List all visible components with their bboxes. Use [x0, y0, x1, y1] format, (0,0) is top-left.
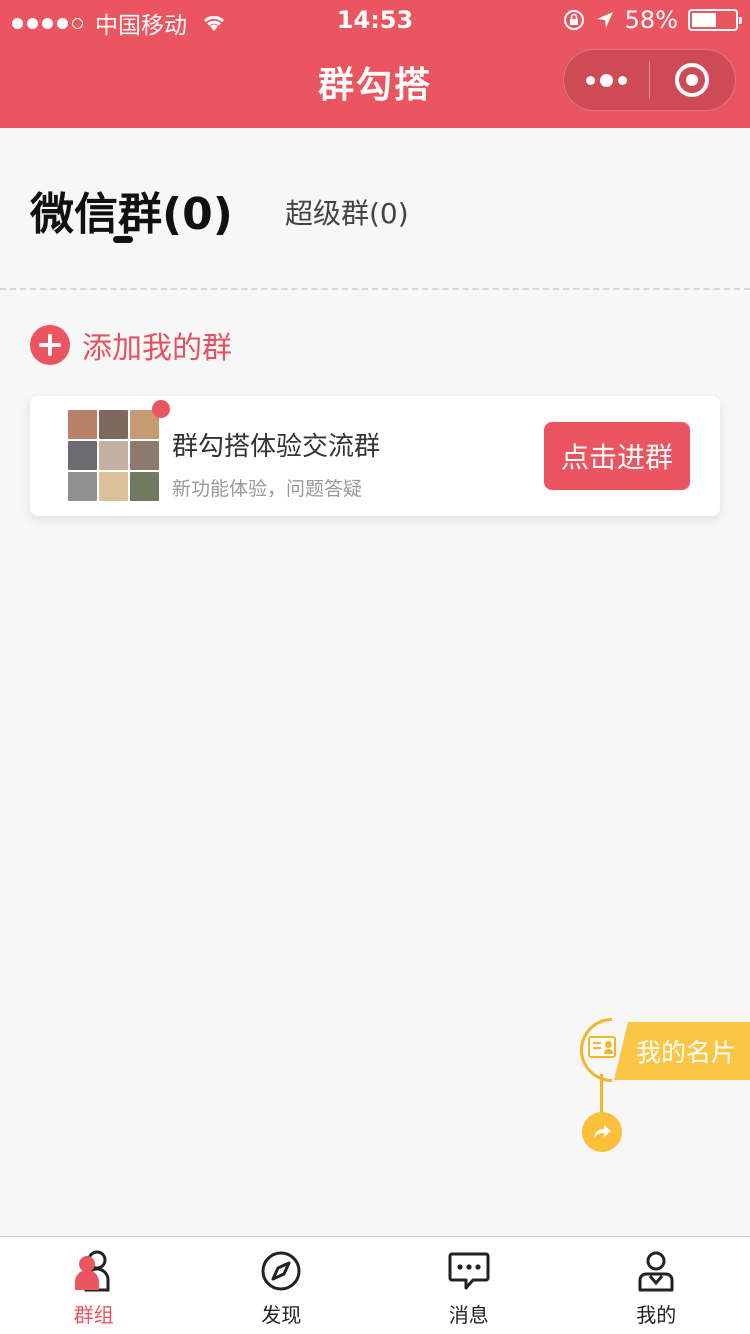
- group-description: 新功能体验，问题答疑: [172, 478, 363, 500]
- status-bar: 中国移动 14:53 58%: [0, 0, 750, 40]
- enter-group-button[interactable]: 点击进群: [544, 422, 690, 490]
- tab-discover[interactable]: 发现: [188, 1237, 376, 1334]
- group-icon: [72, 1249, 116, 1293]
- tab-groups[interactable]: 群组: [0, 1237, 188, 1334]
- location-arrow-icon: [596, 12, 613, 28]
- compass-icon: [259, 1249, 303, 1293]
- unread-badge: [152, 400, 170, 418]
- float-connector: [600, 1074, 603, 1114]
- add-group-button[interactable]: 添加我的群: [30, 323, 232, 367]
- profile-icon: [634, 1249, 678, 1293]
- tab-label: 发现: [261, 1303, 302, 1327]
- tab-wechat-groups[interactable]: 微信群(0): [30, 178, 233, 242]
- group-name: 群勾搭体验交流群: [172, 432, 381, 462]
- business-card-icon: [588, 1036, 616, 1058]
- group-tabs: 微信群(0) 超级群(0): [0, 128, 750, 290]
- my-card-button[interactable]: 我的名片: [614, 1022, 750, 1080]
- plus-circle-icon: [30, 325, 70, 365]
- group-card[interactable]: 群勾搭体验交流群 新功能体验，问题答疑 点击进群: [30, 396, 720, 516]
- tab-super-groups[interactable]: 超级群(0): [285, 192, 409, 232]
- status-right: 58%: [563, 6, 742, 34]
- battery-percent: 58%: [624, 6, 678, 34]
- add-group-label: 添加我的群: [82, 331, 232, 366]
- message-icon: [447, 1249, 491, 1293]
- tab-label: 消息: [448, 1303, 489, 1327]
- tab-profile[interactable]: 我的: [563, 1237, 750, 1334]
- group-avatar: [68, 410, 160, 502]
- my-card-float: 我的名片: [566, 1004, 750, 1156]
- rotation-lock-icon: [563, 10, 584, 30]
- close-target-icon[interactable]: [650, 50, 735, 110]
- more-dots-icon[interactable]: [564, 50, 649, 110]
- active-tab-indicator: [113, 236, 133, 243]
- battery-icon: [688, 9, 742, 31]
- top-bar: 中国移动 14:53 58% 群勾搭: [0, 0, 750, 128]
- mini-program-capsule: [563, 49, 736, 111]
- share-icon[interactable]: [582, 1112, 622, 1152]
- tab-label: 群组: [73, 1303, 114, 1327]
- divider: [0, 288, 750, 290]
- tab-label: 我的: [636, 1303, 677, 1327]
- bottom-tab-bar: 群组 发现 消息 我的: [0, 1236, 750, 1334]
- tab-messages[interactable]: 消息: [375, 1237, 563, 1334]
